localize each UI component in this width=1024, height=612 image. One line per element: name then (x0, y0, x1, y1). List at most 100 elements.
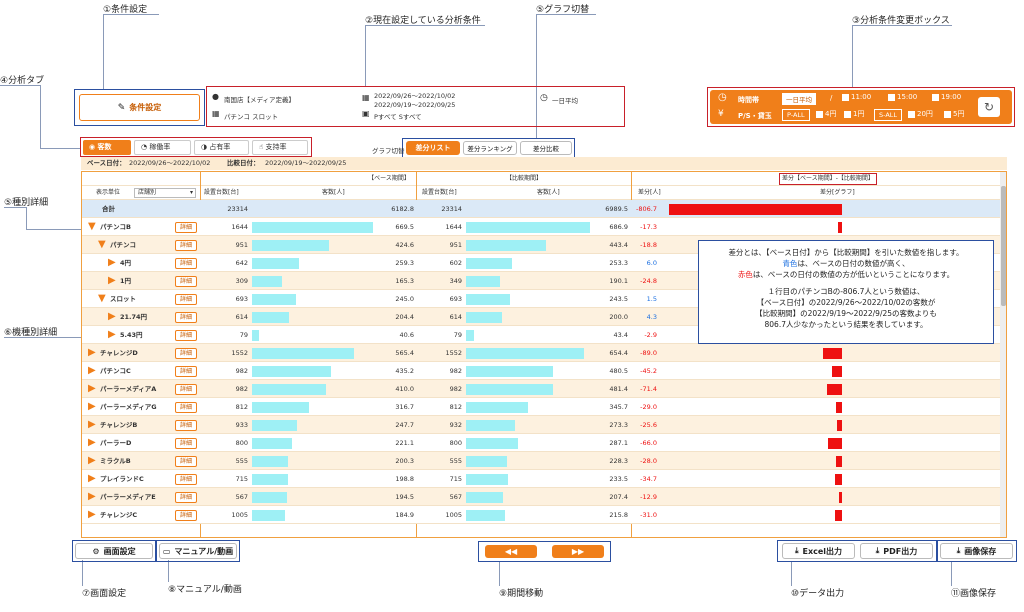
time-option-1500[interactable]: 15:00 (888, 93, 917, 101)
diff-cell: -25.6 (640, 421, 657, 429)
compare-units-cell: 982 (449, 367, 462, 375)
time-option-1900[interactable]: 19:00 (932, 93, 961, 101)
detail-button[interactable]: 詳細 (175, 420, 197, 431)
base-guest-bar (252, 456, 289, 467)
detail-button[interactable]: 詳細 (175, 474, 197, 485)
graph-switch-label: グラフ切替 (372, 147, 405, 155)
tab-share[interactable]: ◑ 占有率 (194, 140, 249, 155)
table-row: ▼ パチンコB 詳細 1644 669.5 1644 686.9 -17.3 (82, 218, 1000, 236)
collapse-triangle-icon[interactable]: ▶ (88, 509, 96, 521)
explanation-box: 差分とは、【ベース日付】から【比較期間】を引いた数値を指します。 青色は、ベース… (698, 240, 994, 344)
detail-button[interactable]: 詳細 (175, 510, 197, 521)
expand-triangle-icon[interactable]: ▼ (98, 293, 106, 305)
base-guest-bar (252, 294, 297, 305)
ps-option-20yen[interactable]: 20円 (908, 109, 933, 119)
diff-cell: -2.9 (644, 331, 657, 339)
detail-button[interactable]: 詳細 (175, 438, 197, 449)
header-diff-title: 差分【ベース期間】-【比較期間】 (779, 173, 877, 185)
row-name: パーラーメディアG (100, 403, 157, 411)
refresh-button[interactable]: ↻ (978, 97, 1000, 117)
prev-period-button[interactable]: ◀◀ (485, 545, 537, 558)
compare-units-cell: 602 (449, 259, 462, 267)
pdf-export-button[interactable]: ⤓ PDF出力 (860, 543, 933, 559)
collapse-triangle-icon[interactable]: ▶ (108, 329, 116, 341)
detail-button[interactable]: 詳細 (175, 222, 197, 233)
ps-option-5yen[interactable]: 5円 (944, 109, 964, 119)
compare-guests-cell: 228.3 (609, 457, 628, 465)
expand-triangle-icon[interactable]: ▼ (98, 239, 106, 251)
ps-option-1yen[interactable]: 1円 (844, 109, 864, 119)
download-icon: ⤓ (794, 546, 799, 555)
base-guest-bar (252, 366, 331, 377)
annotation-11: ⑪画像保存 (951, 589, 997, 599)
collapse-triangle-icon[interactable]: ▶ (88, 491, 96, 503)
detail-button[interactable]: 詳細 (175, 402, 197, 413)
ps-option-4yen[interactable]: 4円 (816, 109, 836, 119)
detail-button[interactable]: 詳細 (175, 348, 197, 359)
next-period-button[interactable]: ▶▶ (552, 545, 604, 558)
monitor-icon: ▭ (162, 546, 171, 556)
diff-cell: -17.3 (640, 223, 657, 231)
collapse-triangle-icon[interactable]: ▶ (108, 275, 116, 287)
base-units-cell: 79 (239, 331, 248, 339)
compare-guest-bar (466, 330, 474, 341)
collapse-triangle-icon[interactable]: ▶ (108, 257, 116, 269)
base-guests-cell: 565.4 (395, 349, 414, 357)
time-option-1100[interactable]: 11:00 (842, 93, 871, 101)
detail-button[interactable]: 詳細 (175, 330, 197, 341)
collapse-triangle-icon[interactable]: ▶ (108, 311, 116, 323)
ps-option-sall[interactable]: S-ALL (874, 109, 903, 121)
diff-cell: 1.5 (646, 295, 657, 303)
diff-bar (827, 438, 842, 449)
current-conditions: ● 南国店【メディア定義】 ▦ パチンコ スロット ▦ 2022/09/26〜2… (212, 92, 578, 121)
graph-diff-ranking-button[interactable]: 差分ランキング (463, 141, 517, 155)
base-guests-cell: 410.0 (395, 385, 414, 393)
detail-button[interactable]: 詳細 (175, 456, 197, 467)
detail-button[interactable]: 詳細 (175, 276, 197, 287)
compare-guests-cell: 253.3 (609, 259, 628, 267)
detail-button[interactable]: 詳細 (175, 294, 197, 305)
base-units-cell: 23314 (227, 205, 248, 213)
detail-button[interactable]: 詳細 (175, 240, 197, 251)
unit-select[interactable]: 店舗別 ▾ (134, 188, 196, 198)
excel-export-button[interactable]: ⤓ Excel出力 (782, 543, 855, 559)
compare-guests-cell: 481.4 (609, 385, 628, 393)
detail-button[interactable]: 詳細 (175, 492, 197, 503)
tab-guests[interactable]: ◉ 客数 (83, 140, 131, 155)
manual-video-button[interactable]: ▭ マニュアル/動画 (159, 543, 237, 559)
compare-units-cell: 1005 (445, 511, 462, 519)
graph-diff-compare-button[interactable]: 差分比較 (520, 141, 572, 155)
tab-support[interactable]: ☝ 支持率 (252, 140, 308, 155)
detail-button[interactable]: 詳細 (175, 312, 197, 323)
collapse-triangle-icon[interactable]: ▶ (88, 401, 96, 413)
row-name: パチンコB (100, 223, 131, 231)
detail-button[interactable]: 詳細 (175, 258, 197, 269)
base-guests-cell: 221.1 (395, 439, 414, 447)
ps-option-pall[interactable]: P-ALL (782, 109, 810, 121)
compare-guests-cell: 190.1 (609, 277, 628, 285)
table-row: ▶ プレイランドC 詳細 715 198.8 715 233.5 -34.7 (82, 470, 1000, 488)
data-table: Mg Mg Mg Mg 【ベース期間】 【比較期間】 差分【ベース期間】-【比較… (81, 171, 1007, 538)
collapse-triangle-icon[interactable]: ▶ (88, 383, 96, 395)
graph-diff-list-button[interactable]: 差分リスト (406, 141, 460, 155)
row-name: パーラーD (100, 439, 132, 447)
condition-settings-button[interactable]: ✎ 条件設定 (79, 94, 200, 121)
collapse-triangle-icon[interactable]: ▶ (88, 437, 96, 449)
table-row: ▶ チャレンジD 詳細 1552 565.4 1552 654.4 -89.0 (82, 344, 1000, 362)
detail-button[interactable]: 詳細 (175, 384, 197, 395)
expand-triangle-icon[interactable]: ▼ (88, 221, 96, 233)
collapse-triangle-icon[interactable]: ▶ (88, 455, 96, 467)
collapse-triangle-icon[interactable]: ▶ (88, 419, 96, 431)
collapse-triangle-icon[interactable]: ▶ (88, 347, 96, 359)
time-option-avg[interactable]: 一日平均 (782, 93, 816, 105)
screen-settings-button[interactable]: ⚙ 画面設定 (75, 543, 153, 559)
tab-utilization[interactable]: ◔ 稼働率 (134, 140, 191, 155)
compare-units-cell: 567 (449, 493, 462, 501)
save-image-button[interactable]: ⤓ 画像保存 (940, 543, 1013, 559)
diff-bar (668, 204, 842, 215)
scrollbar[interactable] (1000, 172, 1006, 537)
compare-guest-bar (466, 294, 510, 305)
collapse-triangle-icon[interactable]: ▶ (88, 473, 96, 485)
collapse-triangle-icon[interactable]: ▶ (88, 365, 96, 377)
detail-button[interactable]: 詳細 (175, 366, 197, 377)
